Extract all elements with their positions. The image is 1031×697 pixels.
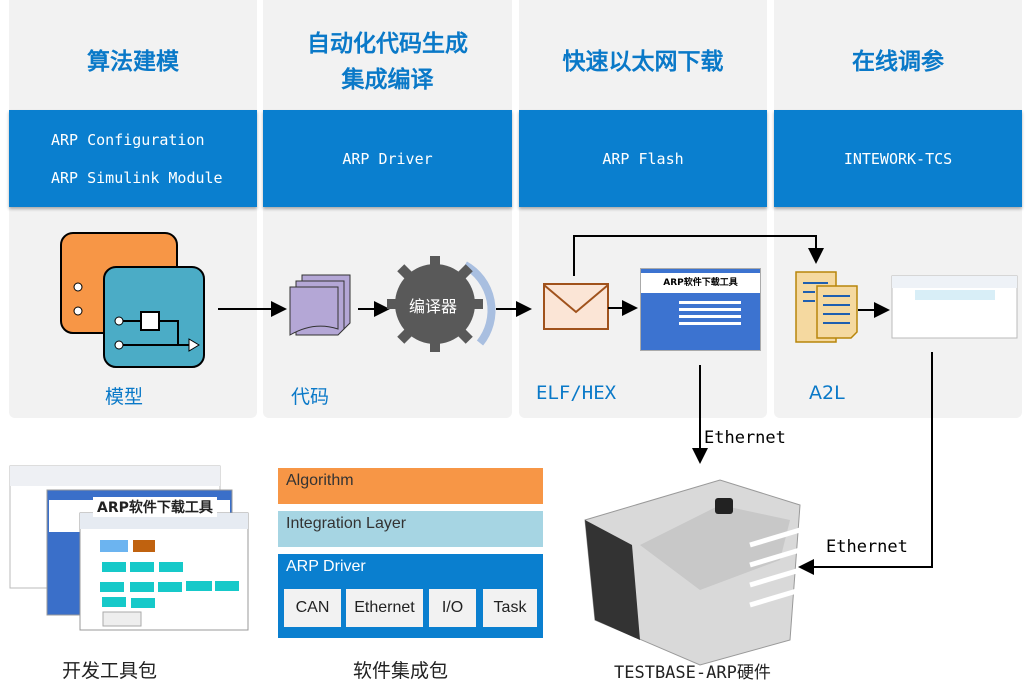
ecu-hardware-image (584, 479, 801, 666)
ethernet-label-flash: Ethernet (704, 428, 786, 448)
devkit-screenshot-title: ARP软件下载工具 (93, 497, 217, 517)
flash-tool-title: ARP软件下载工具 (641, 273, 760, 293)
devkit-caption: 开发工具包 (62, 660, 158, 682)
module-can: CAN (284, 589, 341, 627)
module-io: I/O (429, 589, 476, 627)
package-caption: 软件集成包 (353, 660, 449, 682)
flash-tool-window: ARP软件下载工具 (640, 268, 761, 351)
a2l-documents-icon (795, 271, 858, 343)
devkit-screenshots (9, 465, 249, 631)
code-files-icon (289, 274, 351, 336)
module-ethernet: Ethernet (346, 589, 423, 627)
compiler-label: 编译器 (409, 297, 458, 316)
layer-integration: Integration Layer (278, 511, 543, 547)
module-task: Task (483, 589, 537, 627)
layer-label: ARP Driver (286, 558, 366, 575)
hardware-caption: TESTBASE-ARP硬件 (614, 663, 771, 683)
elf-envelope-icon (543, 283, 609, 330)
tcs-screenshot-icon (891, 275, 1018, 339)
ethernet-label-tcs: Ethernet (826, 537, 908, 557)
layer-algorithm: Algorithm (278, 468, 543, 504)
model-icon (60, 232, 205, 368)
